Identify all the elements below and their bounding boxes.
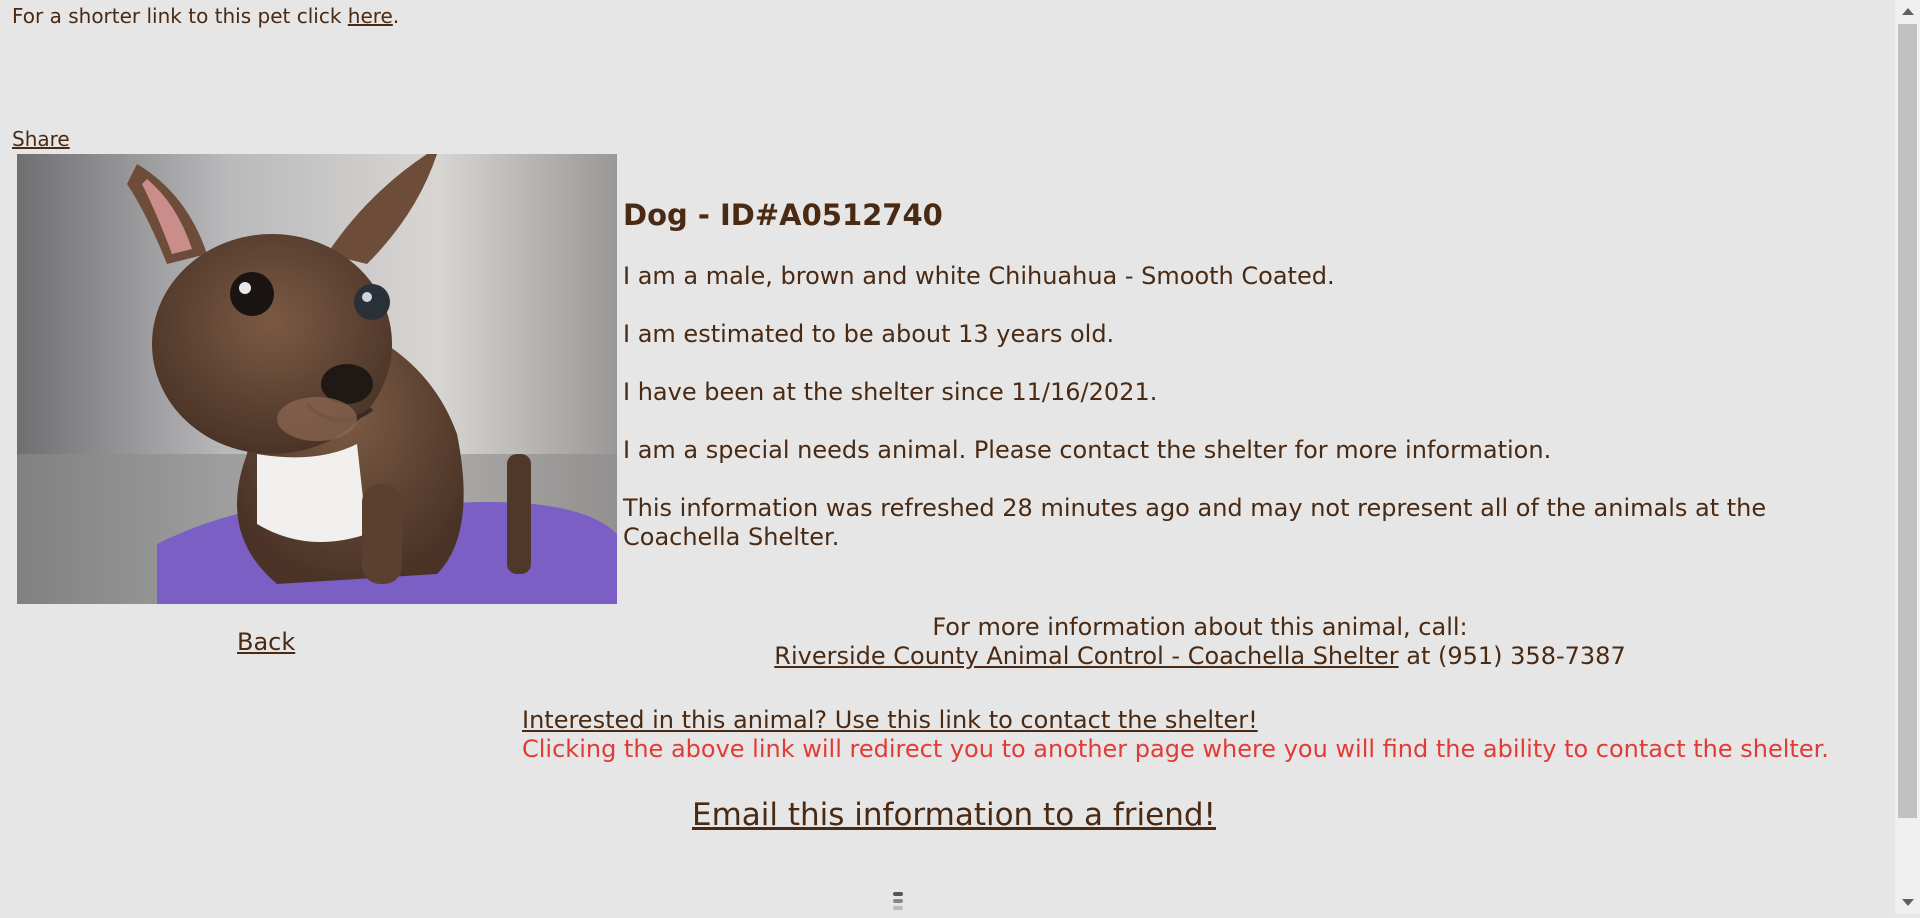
scrollbar[interactable] xyxy=(1895,0,1920,914)
pet-line-description: I am a male, brown and white Chihuahua -… xyxy=(623,262,1335,290)
pet-heading: Dog - ID#A0512740 xyxy=(623,198,943,232)
pet-info: Dog - ID#A0512740 I am a male, brown and… xyxy=(623,198,1863,581)
pet-line-since: I have been at the shelter since 11/16/2… xyxy=(623,378,1158,406)
interest-section: Interested in this animal? Use this link… xyxy=(522,706,1829,764)
scrollbar-thumb[interactable] xyxy=(1898,24,1917,818)
contact-shelter-line: Riverside County Animal Control - Coache… xyxy=(620,642,1780,671)
pet-photo xyxy=(17,154,617,604)
redirect-note: Clicking the above link will redirect yo… xyxy=(522,735,1829,763)
pet-line-refreshed: This information was refreshed 28 minute… xyxy=(623,494,1767,551)
scroll-up-icon[interactable] xyxy=(1902,8,1914,15)
email-friend-link[interactable]: Email this information to a friend! xyxy=(692,797,1216,833)
contact-call-text: For more information about this animal, … xyxy=(932,613,1468,641)
contact-shelter-link[interactable]: Interested in this animal? Use this link… xyxy=(522,706,1258,734)
short-link-suffix: . xyxy=(392,4,400,28)
back-link[interactable]: Back xyxy=(237,628,295,656)
scroll-down-icon[interactable] xyxy=(1902,899,1914,906)
shelter-phone: at (951) 358-7387 xyxy=(1398,642,1626,670)
share-link[interactable]: Share xyxy=(12,127,70,151)
pet-line-special-needs: I am a special needs animal. Please cont… xyxy=(623,436,1552,464)
shelter-link[interactable]: Riverside County Animal Control - Coache… xyxy=(774,642,1398,670)
short-link-here[interactable]: here xyxy=(348,4,393,28)
short-link-prefix: For a shorter link to this pet click xyxy=(12,4,348,28)
short-link-text: For a shorter link to this pet click her… xyxy=(12,4,399,28)
loading-icon xyxy=(889,888,907,914)
contact-info: For more information about this animal, … xyxy=(620,613,1780,671)
pet-line-age: I am estimated to be about 13 years old. xyxy=(623,320,1115,348)
